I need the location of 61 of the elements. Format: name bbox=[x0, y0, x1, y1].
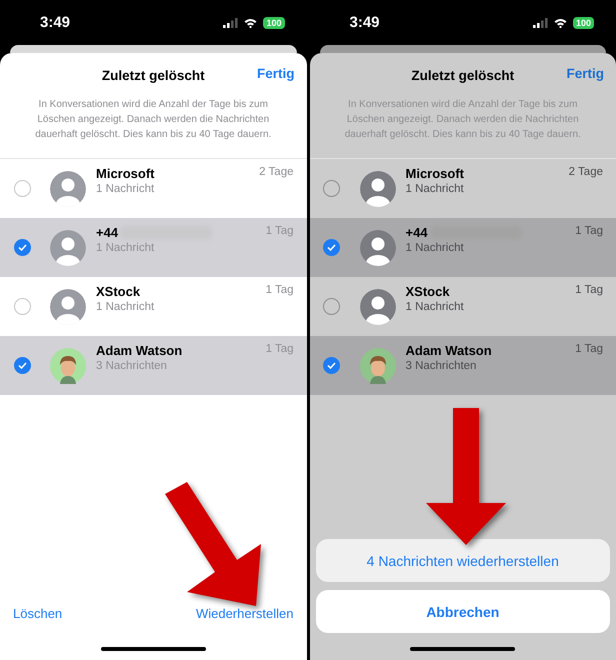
days-remaining: 1 Tag bbox=[266, 342, 294, 355]
status-time: 3:49 bbox=[350, 14, 380, 31]
selection-checkbox[interactable] bbox=[14, 180, 30, 197]
contact-name: XStock bbox=[96, 284, 140, 299]
message-count: 1 Nachricht bbox=[96, 183, 156, 195]
message-count: 1 Nachricht bbox=[406, 301, 465, 313]
conversation-row[interactable]: +44 1 Nachricht 1 Tag bbox=[0, 218, 306, 277]
conversation-row[interactable]: Microsoft 1 Nachricht 2 Tage bbox=[0, 159, 306, 218]
selection-checkbox[interactable] bbox=[14, 357, 30, 374]
wifi-icon bbox=[554, 18, 567, 28]
contact-name: +44 bbox=[96, 225, 118, 240]
selection-checkbox[interactable] bbox=[323, 239, 340, 256]
checkmark-icon bbox=[18, 362, 26, 369]
selection-checkbox[interactable] bbox=[323, 298, 340, 315]
selection-checkbox[interactable] bbox=[14, 298, 30, 315]
days-remaining: 2 Tage bbox=[568, 165, 604, 178]
selection-checkbox[interactable] bbox=[14, 239, 30, 256]
message-count: 3 Nachrichten bbox=[406, 360, 478, 372]
done-button[interactable]: Fertig bbox=[256, 66, 294, 81]
description-text: In Konversationen wird die Anzahl der Tage bis zum Löschen angezeigt. Danach werden die Nachrichten dauerhaft gelöscht. Dies kann bis zu 40 Tage dauern. bbox=[0, 97, 306, 159]
contact-name: Microsoft bbox=[96, 166, 154, 181]
cancel-button[interactable]: Abbrechen bbox=[316, 590, 610, 633]
sheet-title: Zuletzt gelöscht bbox=[102, 68, 205, 82]
message-count: 1 Nachricht bbox=[406, 183, 465, 195]
restore-button[interactable]: Wiederherstellen bbox=[196, 606, 294, 620]
days-remaining: 1 Tag bbox=[266, 224, 294, 237]
contact-name: XStock bbox=[406, 284, 450, 299]
wifi-icon bbox=[244, 18, 258, 28]
conversation-row[interactable]: XStock 1 Nachricht 1 Tag bbox=[0, 277, 306, 336]
contact-name: Adam Watson bbox=[406, 343, 492, 358]
restore-messages-button[interactable]: 4 Nachrichten wiederherstellen bbox=[316, 539, 610, 582]
conversation-row[interactable]: Adam Watson 3 Nachrichten 1 Tag bbox=[310, 336, 616, 395]
signal-icon bbox=[223, 18, 238, 28]
sheet-title: Zuletzt gelöscht bbox=[411, 68, 514, 82]
contact-name: Adam Watson bbox=[96, 343, 182, 358]
signal-icon bbox=[532, 18, 548, 28]
selection-checkbox[interactable] bbox=[323, 180, 340, 197]
battery-level: 100 bbox=[263, 16, 284, 28]
selection-checkbox[interactable] bbox=[323, 357, 340, 374]
battery-level: 100 bbox=[572, 16, 594, 28]
conversation-row[interactable]: Microsoft 1 Nachricht 2 Tage bbox=[310, 159, 616, 218]
days-remaining: 1 Tag bbox=[575, 342, 604, 355]
checkmark-icon bbox=[327, 244, 336, 251]
days-remaining: 2 Tage bbox=[259, 165, 294, 178]
message-count: 1 Nachricht bbox=[96, 242, 156, 254]
days-remaining: 1 Tag bbox=[575, 283, 604, 296]
checkmark-icon bbox=[327, 362, 336, 369]
message-count: 3 Nachrichten bbox=[96, 360, 168, 372]
contact-name: Microsoft bbox=[406, 166, 464, 181]
delete-button[interactable]: Löschen bbox=[13, 606, 62, 620]
description-text: In Konversationen wird die Anzahl der Tage bis zum Löschen angezeigt. Danach werden die Nachrichten dauerhaft gelöscht. Dies kann bis zu 40 Tage dauern. bbox=[310, 97, 616, 159]
contact-name: +44 bbox=[406, 225, 428, 240]
status-time: 3:49 bbox=[40, 14, 70, 31]
checkmark-icon bbox=[18, 244, 26, 251]
message-count: 1 Nachricht bbox=[96, 301, 156, 313]
days-remaining: 1 Tag bbox=[575, 224, 604, 237]
message-count: 1 Nachricht bbox=[406, 242, 465, 254]
days-remaining: 1 Tag bbox=[266, 283, 294, 296]
conversation-row[interactable]: Adam Watson 3 Nachrichten 1 Tag bbox=[0, 336, 306, 395]
conversation-row[interactable]: +44 1 Nachricht 1 Tag bbox=[310, 218, 616, 277]
conversation-row[interactable]: XStock 1 Nachricht 1 Tag bbox=[310, 277, 616, 336]
